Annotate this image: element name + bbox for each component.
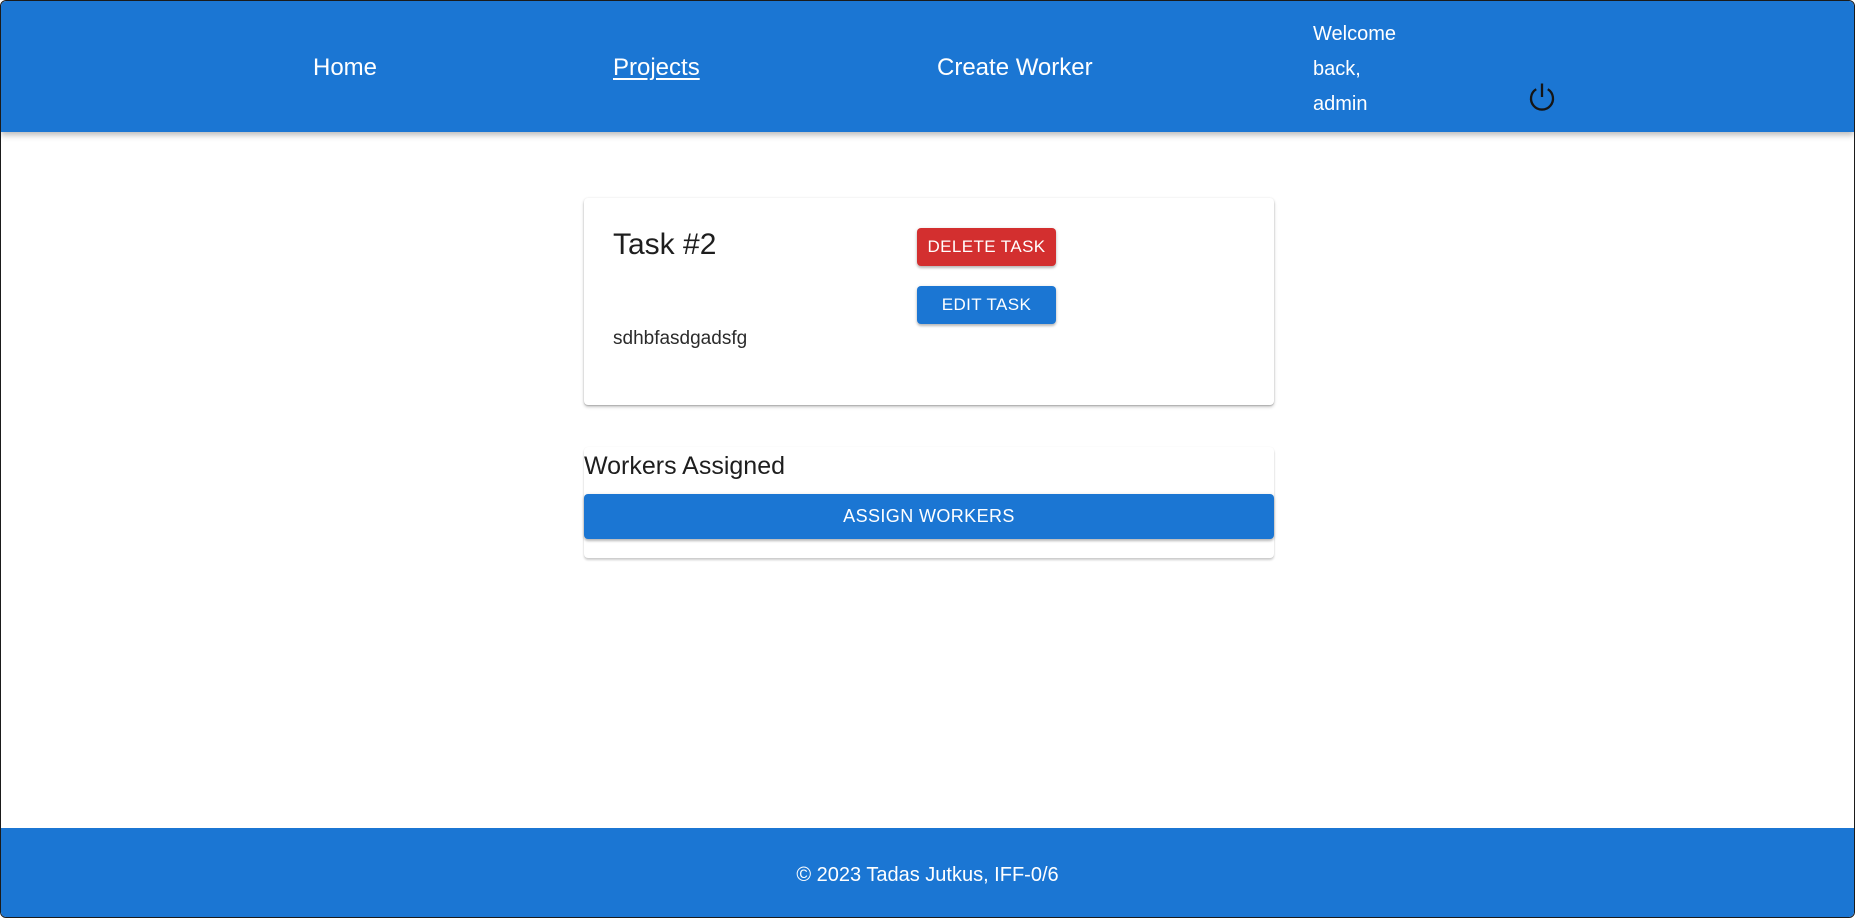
task-card: Task #2 sdhbfasdgadsfg DELETE TASK EDIT … — [584, 198, 1274, 405]
footer-copyright: © 2023 Tadas Jutkus, IFF-0/6 — [796, 864, 1059, 886]
nav-home-link[interactable]: Home — [313, 51, 377, 85]
top-navbar: Home Projects Create Worker Welcome back… — [1, 1, 1854, 132]
logout-button[interactable] — [1525, 81, 1559, 115]
nav-create-worker-link[interactable]: Create Worker — [937, 51, 1093, 85]
edit-task-button[interactable]: EDIT TASK — [917, 286, 1056, 324]
workers-assigned-panel: Workers Assigned ASSIGN WORKERS — [584, 447, 1274, 558]
nav-projects-link[interactable]: Projects — [613, 51, 700, 85]
assign-workers-button[interactable]: ASSIGN WORKERS — [584, 494, 1274, 539]
power-icon — [1529, 83, 1555, 111]
welcome-message: Welcome back, admin — [1313, 23, 1396, 115]
workers-assigned-heading: Workers Assigned — [584, 452, 786, 480]
page-footer: © 2023 Tadas Jutkus, IFF-0/6 — [1, 828, 1854, 917]
task-title: Task #2 — [613, 228, 717, 261]
task-description: sdhbfasdgadsfg — [613, 328, 748, 349]
app-window: Home Projects Create Worker Welcome back… — [0, 0, 1855, 918]
delete-task-button[interactable]: DELETE TASK — [917, 228, 1056, 266]
